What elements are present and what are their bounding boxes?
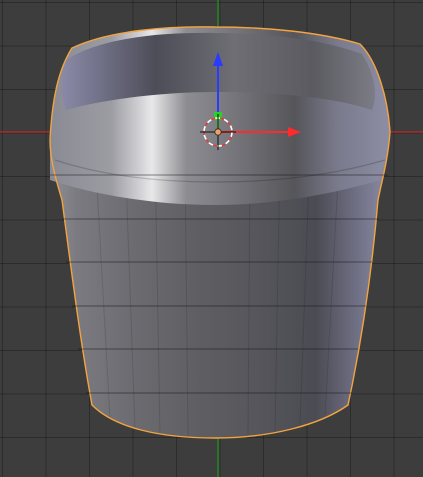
cup-mesh[interactable] (49, 26, 391, 439)
viewport-canvas[interactable] (0, 0, 423, 477)
3d-viewport[interactable] (0, 0, 423, 477)
pivot-point (214, 128, 222, 136)
